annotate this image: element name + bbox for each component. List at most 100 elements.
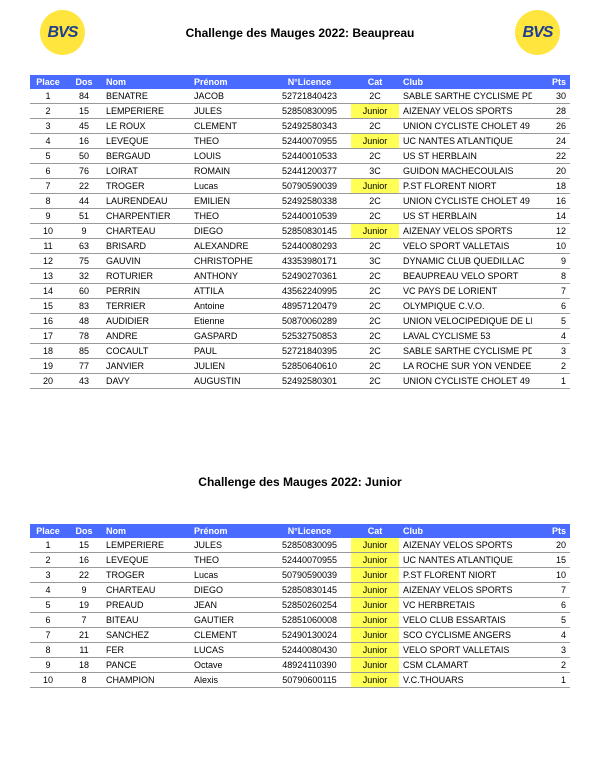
cell-dos: 18 xyxy=(66,658,102,673)
cell-dos: 51 xyxy=(66,209,102,224)
bvs-logo-right: BVS xyxy=(515,10,560,55)
cell-nom: LAURENDEAU xyxy=(102,194,190,209)
cell-prenom: DIEGO xyxy=(190,583,268,598)
cell-club: UC NANTES ATLANTIQUE xyxy=(399,553,532,568)
cell-club: AIZENAY VELOS SPORTS xyxy=(399,583,532,598)
cell-place: 14 xyxy=(30,284,66,299)
cell-club: VELO SPORT VALLETAIS xyxy=(399,643,532,658)
cell-pts: 8 xyxy=(532,269,570,284)
cell-cat: Junior xyxy=(351,643,399,658)
table-row: 1275GAUVINCHRISTOPHE433539801713CDYNAMIC… xyxy=(30,254,570,269)
cell-club: VC PAYS DE LORIENT xyxy=(399,284,532,299)
cell-pts: 1 xyxy=(532,374,570,389)
cell-prenom: JULIEN xyxy=(190,359,268,374)
cell-cat: 2C xyxy=(351,89,399,104)
page: BVS Challenge des Mauges 2022: Beaupreau… xyxy=(0,0,600,718)
cell-prenom: ROMAIN xyxy=(190,164,268,179)
cell-nom: ROTURIER xyxy=(102,269,190,284)
col-lic: N°Licence xyxy=(268,75,351,89)
cell-club: AIZENAY VELOS SPORTS xyxy=(399,224,532,239)
cell-prenom: PAUL xyxy=(190,344,268,359)
cell-cat: Junior xyxy=(351,538,399,553)
cell-nom: BENATRE xyxy=(102,89,190,104)
cell-cat: 2C xyxy=(351,374,399,389)
cell-cat: Junior xyxy=(351,583,399,598)
cell-nom: LEMPERIERE xyxy=(102,538,190,553)
cell-lic: 52440070955 xyxy=(268,134,351,149)
cell-prenom: LOUIS xyxy=(190,149,268,164)
cell-cat: Junior xyxy=(351,224,399,239)
cell-lic: 48957120479 xyxy=(268,299,351,314)
cell-place: 3 xyxy=(30,568,66,583)
cell-dos: 16 xyxy=(66,553,102,568)
cell-place: 19 xyxy=(30,359,66,374)
cell-pts: 5 xyxy=(532,314,570,329)
table-row: 108CHAMPIONAlexis50790600115JuniorV.C.TH… xyxy=(30,673,570,688)
cell-prenom: LUCAS xyxy=(190,643,268,658)
cell-cat: 2C xyxy=(351,329,399,344)
cell-club: V.C.THOUARS xyxy=(399,673,532,688)
cell-prenom: AUGUSTIN xyxy=(190,374,268,389)
header-row-1: BVS Challenge des Mauges 2022: Beaupreau… xyxy=(30,10,570,55)
cell-cat: Junior xyxy=(351,179,399,194)
cell-place: 18 xyxy=(30,344,66,359)
cell-club: VC HERBRETAIS xyxy=(399,598,532,613)
results-table-1: Place Dos Nom Prénom N°Licence Cat Club … xyxy=(30,75,570,389)
cell-cat: Junior xyxy=(351,134,399,149)
table-row: 1648AUDIDIEREtienne508700602892CUNION VE… xyxy=(30,314,570,329)
cell-lic: 52532750853 xyxy=(268,329,351,344)
cell-pts: 22 xyxy=(532,149,570,164)
table-row: 1332ROTURIERANTHONY524902703612CBEAUPREA… xyxy=(30,269,570,284)
cell-place: 16 xyxy=(30,314,66,329)
cell-lic: 52721840423 xyxy=(268,89,351,104)
cell-prenom: CHRISTOPHE xyxy=(190,254,268,269)
cell-nom: LE ROUX xyxy=(102,119,190,134)
cell-pts: 30 xyxy=(532,89,570,104)
cell-pts: 16 xyxy=(532,194,570,209)
cell-cat: 2C xyxy=(351,209,399,224)
cell-dos: 15 xyxy=(66,104,102,119)
cell-dos: 8 xyxy=(66,673,102,688)
cell-nom: TROGER xyxy=(102,179,190,194)
cell-pts: 9 xyxy=(532,254,570,269)
table-row: 519PREAUDJEAN52850260254JuniorVC HERBRET… xyxy=(30,598,570,613)
table-row: 184BENATREJACOB527218404232CSABLE SARTHE… xyxy=(30,89,570,104)
cell-place: 7 xyxy=(30,628,66,643)
cell-prenom: Antoine xyxy=(190,299,268,314)
col-place: Place xyxy=(30,524,66,538)
cell-nom: JANVIER xyxy=(102,359,190,374)
cell-club: UNION CYCLISTE CHOLET 49 xyxy=(399,374,532,389)
cell-pts: 3 xyxy=(532,344,570,359)
table-row: 722TROGERLucas50790590039JuniorP.ST FLOR… xyxy=(30,179,570,194)
cell-place: 12 xyxy=(30,254,66,269)
cell-club: BEAUPREAU VELO SPORT xyxy=(399,269,532,284)
cell-prenom: ANTHONY xyxy=(190,269,268,284)
table-row: 49CHARTEAUDIEGO52850830145JuniorAIZENAY … xyxy=(30,583,570,598)
cell-club: P.ST FLORENT NIORT xyxy=(399,179,532,194)
table-row: 1460PERRINATTILA435622409952CVC PAYS DE … xyxy=(30,284,570,299)
cell-nom: TERRIER xyxy=(102,299,190,314)
cell-lic: 52850640610 xyxy=(268,359,351,374)
cell-place: 6 xyxy=(30,164,66,179)
cell-dos: 32 xyxy=(66,269,102,284)
cell-nom: PREAUD xyxy=(102,598,190,613)
col-dos: Dos xyxy=(66,524,102,538)
cell-cat: Junior xyxy=(351,628,399,643)
cell-pts: 14 xyxy=(532,209,570,224)
cell-dos: 85 xyxy=(66,344,102,359)
cell-club: UC NANTES ATLANTIQUE xyxy=(399,134,532,149)
cell-nom: LEVEQUE xyxy=(102,553,190,568)
cell-dos: 50 xyxy=(66,149,102,164)
cell-place: 2 xyxy=(30,104,66,119)
table-row: 216LEVEQUETHEO52440070955JuniorUC NANTES… xyxy=(30,553,570,568)
cell-place: 6 xyxy=(30,613,66,628)
table-title-1: Challenge des Mauges 2022: Beaupreau xyxy=(85,26,515,40)
cell-prenom: ATTILA xyxy=(190,284,268,299)
cell-lic: 48924110390 xyxy=(268,658,351,673)
cell-club: VELO SPORT VALLETAIS xyxy=(399,239,532,254)
cell-club: SABLE SARTHE CYCLISME PDL xyxy=(399,344,532,359)
cell-lic: 52440010539 xyxy=(268,209,351,224)
cell-prenom: JULES xyxy=(190,538,268,553)
cell-cat: Junior xyxy=(351,553,399,568)
cell-lic: 52492580338 xyxy=(268,194,351,209)
